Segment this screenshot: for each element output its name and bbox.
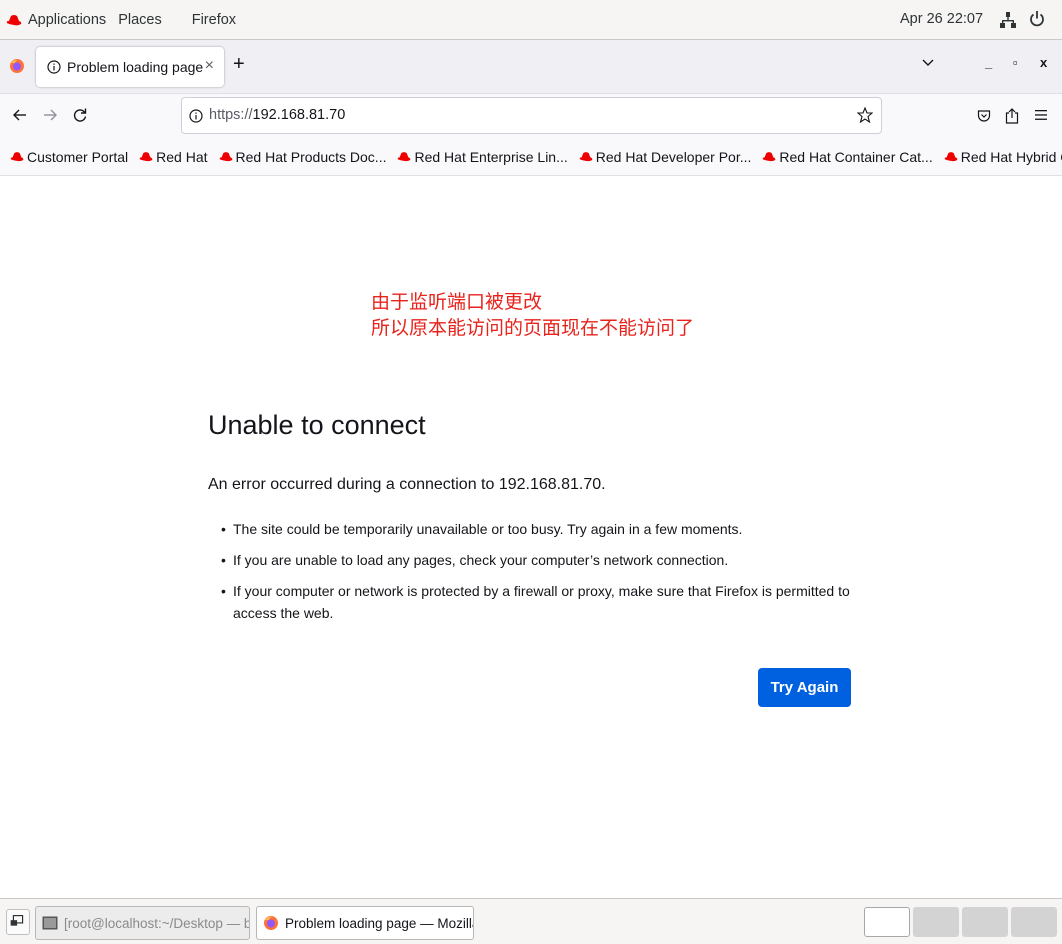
bookmark-item[interactable]: Red Hat Developer Por...	[579, 148, 752, 165]
redhat-logo-icon	[10, 152, 24, 162]
workspace-2[interactable]	[913, 907, 959, 937]
redhat-logo-icon	[219, 152, 232, 162]
url-bar[interactable]: https://192.168.81.70	[181, 97, 882, 134]
screenshot-annotation: 由于监听端口被更改 所以原本能访问的页面现在不能访问了	[371, 289, 694, 341]
bookmark-item[interactable]: Red Hat	[139, 148, 208, 165]
taskbar-item-label: Problem loading page — Mozilla F...	[285, 915, 473, 931]
error-suggestion: If your computer or network is protected…	[221, 580, 853, 624]
menu-icon[interactable]	[1035, 109, 1047, 121]
redhat-logo-icon	[579, 152, 593, 162]
redhat-logo-icon	[763, 152, 776, 162]
firefox-icon	[264, 916, 278, 930]
bookmark-star-icon[interactable]	[857, 107, 873, 123]
error-description: An error occurred during a connection to…	[208, 476, 606, 493]
bookmark-label: Red Hat Products Doc...	[235, 148, 387, 165]
workspace-3[interactable]	[962, 907, 1008, 937]
app-menu-firefox[interactable]: Firefox	[192, 12, 236, 28]
new-tab-button[interactable]: +	[233, 54, 245, 74]
gnome-top-bar: Applications Places Firefox Apr 26 22:07	[0, 0, 1062, 40]
bookmark-item[interactable]: Red Hat Enterprise Lin...	[397, 148, 568, 165]
show-desktop-button[interactable]	[6, 909, 30, 935]
power-icon[interactable]	[1029, 10, 1045, 28]
url-text[interactable]: https://192.168.81.70	[209, 107, 345, 123]
taskbar-item-firefox[interactable]: Problem loading page — Mozilla F...	[256, 906, 474, 940]
navigation-toolbar: https://192.168.81.70	[0, 94, 1062, 138]
chevron-down-icon[interactable]	[921, 58, 935, 68]
share-icon[interactable]	[1005, 108, 1019, 124]
back-arrow-icon[interactable]	[12, 107, 28, 123]
bookmarks-toolbar: Customer Portal Red Hat Red Hat Products D…	[0, 138, 1062, 176]
places-menu[interactable]: Places	[118, 12, 162, 28]
bookmark-item[interactable]: Red Hat Container Cat...	[762, 148, 933, 165]
maximize-button[interactable]: ▫	[1013, 55, 1018, 70]
error-suggestions-list: The site could be temporarily unavailabl…	[221, 518, 853, 633]
redhat-logo-icon	[398, 152, 411, 162]
tab-title: Problem loading page	[67, 59, 204, 75]
pocket-icon[interactable]	[977, 109, 991, 123]
bookmark-label: Red Hat	[156, 148, 208, 165]
redhat-logo-icon	[139, 152, 153, 162]
close-window-button[interactable]: x	[1040, 55, 1047, 70]
bookmark-label: Red Hat Container Cat...	[779, 148, 933, 165]
bookmark-item[interactable]: Red Hat Products Doc...	[219, 148, 387, 165]
bookmark-label: Red Hat Developer Por...	[595, 148, 752, 165]
redhat-logo-icon	[6, 14, 22, 25]
tab-strip: Problem loading page ×	[0, 40, 1062, 94]
error-suggestion: If you are unable to load any pages, che…	[221, 549, 853, 571]
applications-menu[interactable]: Applications	[28, 12, 106, 28]
workspace-1[interactable]	[864, 907, 910, 937]
workspace-4[interactable]	[1011, 907, 1057, 937]
firefox-icon[interactable]	[9, 58, 25, 74]
forward-arrow-icon[interactable]	[42, 107, 58, 123]
reload-icon[interactable]	[72, 107, 88, 123]
url-host: 192.168.81.70	[252, 107, 346, 123]
bookmark-label: Red Hat Enterprise Lin...	[414, 148, 568, 165]
show-desktop-icon	[10, 914, 24, 926]
window-list-taskbar: [root@localhost:~/Desktop — bash] Proble…	[0, 898, 1062, 944]
terminal-icon	[42, 916, 58, 930]
bookmark-label: Customer Portal	[27, 148, 129, 165]
info-icon	[47, 60, 61, 74]
tab-close-button[interactable]: ×	[205, 57, 214, 75]
bookmark-label: Red Hat Hybrid Cloud ...	[960, 148, 1062, 165]
url-scheme: https://	[209, 107, 253, 123]
error-title: Unable to connect	[208, 410, 426, 440]
page-content: 由于监听端口被更改 所以原本能访问的页面现在不能访问了 Unable to co…	[0, 176, 1062, 898]
clock[interactable]: Apr 26 22:07	[900, 11, 983, 27]
error-suggestion: The site could be temporarily unavailabl…	[221, 518, 853, 540]
site-info-icon[interactable]	[189, 109, 203, 123]
annotation-line-2: 所以原本能访问的页面现在不能访问了	[371, 317, 695, 339]
tab-problem-loading-page[interactable]: Problem loading page ×	[36, 47, 224, 87]
taskbar-item-label: [root@localhost:~/Desktop — bash]	[64, 915, 249, 931]
try-again-button[interactable]: Try Again	[758, 668, 851, 707]
minimize-button[interactable]: _	[985, 55, 992, 70]
annotation-line-1: 由于监听端口被更改	[371, 291, 543, 313]
network-icon[interactable]	[1000, 11, 1016, 29]
taskbar-item-terminal[interactable]: [root@localhost:~/Desktop — bash]	[35, 906, 250, 940]
bookmark-item[interactable]: Customer Portal	[10, 149, 128, 165]
bookmark-item[interactable]: Red Hat Hybrid Cloud ...	[944, 149, 1062, 165]
redhat-logo-icon	[944, 152, 958, 162]
